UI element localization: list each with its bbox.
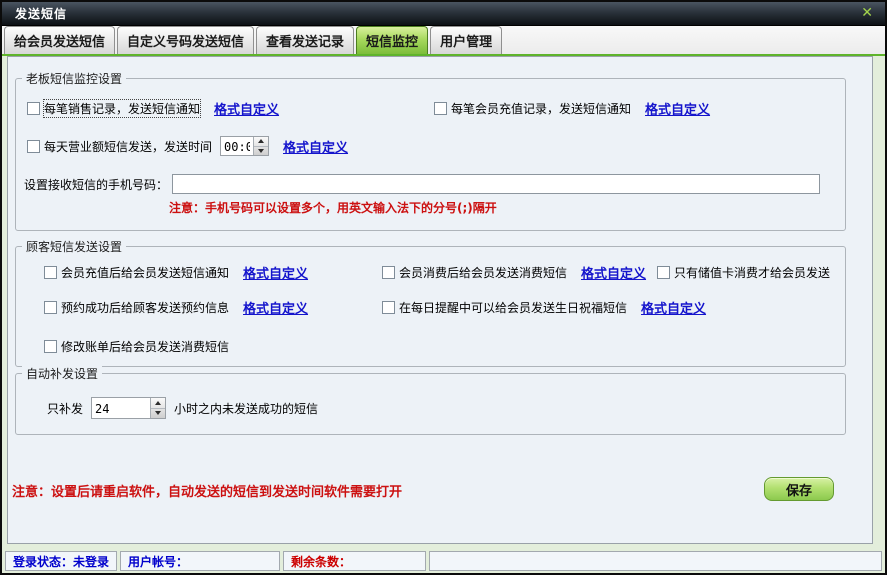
row-daily-turnover: 每天营业额短信发送，发送时间 格式自定义 [27, 136, 348, 156]
restart-note-text: 注意：设置后请重启软件，自动发送的短信到发送时间软件需要打开 [12, 481, 402, 500]
checkbox-recharge-notify-label: 会员充值后给会员发送短信通知 [61, 264, 229, 281]
row-birthday: 在每日提醒中可以给会员发送生日祝福短信 格式自定义 [382, 297, 706, 317]
checkbox-recharge-record[interactable] [434, 102, 447, 115]
status-user-account: 用户帐号： [120, 551, 280, 571]
window-title: 发送短信 [15, 5, 67, 22]
status-empty-panel [429, 551, 882, 571]
format-link-sale[interactable]: 格式自定义 [214, 99, 279, 118]
group-auto-resend-title: 自动补发设置 [22, 365, 102, 382]
row-sale-record: 每笔销售记录，发送短信通知 格式自定义 [27, 98, 279, 118]
checkbox-modify-bill[interactable] [44, 340, 57, 353]
status-bar: 登录状态：未登录 用户帐号： 剩余条数： [2, 550, 885, 573]
send-time-spinner [220, 136, 269, 156]
phone-number-input[interactable] [172, 174, 820, 194]
spin-up-icon[interactable] [151, 398, 165, 409]
tab-user-management[interactable]: 用户管理 [430, 26, 502, 54]
send-time-spin-buttons [253, 137, 268, 155]
group-customer-sms-title: 顾客短信发送设置 [22, 238, 126, 255]
spin-down-icon[interactable] [151, 409, 165, 419]
status-login-state: 登录状态：未登录 [5, 551, 117, 571]
main-area: 老板短信监控设置 每笔销售记录，发送短信通知 格式自定义 每笔会员充值记录，发送… [2, 56, 885, 550]
checkbox-recharge-record-label: 每笔会员充值记录，发送短信通知 [451, 100, 631, 117]
row-phone-note: 注意：手机号码可以设置多个，用英文输入法下的分号(;)隔开 [169, 197, 497, 217]
resend-prefix-label: 只补发 [47, 400, 83, 417]
format-link-recharge-notify[interactable]: 格式自定义 [243, 263, 308, 282]
checkbox-stored-card-only[interactable] [657, 266, 670, 279]
checkbox-birthday-label: 在每日提醒中可以给会员发送生日祝福短信 [399, 299, 627, 316]
app-window: 发送短信 ✕ 给会员发送短信 自定义号码发送短信 查看发送记录 短信监控 用户管… [0, 0, 887, 575]
tab-send-to-custom-numbers[interactable]: 自定义号码发送短信 [117, 26, 254, 54]
checkbox-recharge-notify[interactable] [44, 266, 57, 279]
row-recharge-notify: 会员充值后给会员发送短信通知 格式自定义 [44, 262, 308, 282]
group-customer-sms: 顾客短信发送设置 会员充值后给会员发送短信通知 格式自定义 会员消费后给会员发送… [15, 246, 846, 367]
title-bar: 发送短信 ✕ [2, 2, 885, 26]
checkbox-consume-notify[interactable] [382, 266, 395, 279]
checkbox-sale-record[interactable] [27, 102, 40, 115]
row-consume-notify: 会员消费后给会员发送消费短信 格式自定义 只有储值卡消费才给会员发送 [382, 262, 830, 282]
row-phone-number: 设置接收短信的手机号码： [24, 174, 839, 194]
spin-up-icon[interactable] [254, 137, 268, 147]
tab-view-send-records[interactable]: 查看发送记录 [256, 26, 354, 54]
group-auto-resend: 自动补发设置 只补发 小时之内未发送成功的短信 [15, 373, 846, 435]
content-panel: 老板短信监控设置 每笔销售记录，发送短信通知 格式自定义 每笔会员充值记录，发送… [7, 56, 873, 544]
send-time-input[interactable] [221, 137, 253, 155]
tab-send-to-members[interactable]: 给会员发送短信 [4, 26, 115, 54]
format-link-daily[interactable]: 格式自定义 [283, 137, 348, 156]
checkbox-consume-notify-label: 会员消费后给会员发送消费短信 [399, 264, 567, 281]
row-appointment: 预约成功后给顾客发送预约信息 格式自定义 [44, 297, 308, 317]
phone-number-label: 设置接收短信的手机号码： [24, 176, 168, 193]
row-modify-bill: 修改账单后给会员发送消费短信 [44, 336, 229, 356]
tab-sms-monitor[interactable]: 短信监控 [356, 26, 428, 54]
group-boss-monitor: 老板短信监控设置 每笔销售记录，发送短信通知 格式自定义 每笔会员充值记录，发送… [15, 78, 846, 231]
format-link-recharge[interactable]: 格式自定义 [645, 99, 710, 118]
save-button[interactable]: 保存 [764, 477, 834, 501]
resend-hours-input[interactable] [92, 398, 150, 418]
group-boss-monitor-title: 老板短信监控设置 [22, 70, 126, 87]
format-link-appointment[interactable]: 格式自定义 [243, 298, 308, 317]
checkbox-stored-card-only-label: 只有储值卡消费才给会员发送 [674, 264, 830, 281]
phone-note-text: 注意：手机号码可以设置多个，用英文输入法下的分号(;)隔开 [169, 199, 497, 216]
row-resend: 只补发 小时之内未发送成功的短信 [47, 398, 318, 418]
resend-hours-spin-buttons [150, 398, 165, 418]
checkbox-appointment-label: 预约成功后给顾客发送预约信息 [61, 299, 229, 316]
resend-hours-spinner [91, 397, 166, 419]
row-recharge-record: 每笔会员充值记录，发送短信通知 格式自定义 [434, 98, 710, 118]
checkbox-sale-record-label: 每笔销售记录，发送短信通知 [44, 100, 200, 117]
checkbox-daily-turnover-label: 每天营业额短信发送，发送时间 [44, 138, 212, 155]
checkbox-daily-turnover[interactable] [27, 140, 40, 153]
status-remaining-count: 剩余条数： [283, 551, 426, 571]
format-link-birthday[interactable]: 格式自定义 [641, 298, 706, 317]
spin-down-icon[interactable] [254, 147, 268, 156]
resend-suffix-label: 小时之内未发送成功的短信 [174, 400, 318, 417]
checkbox-modify-bill-label: 修改账单后给会员发送消费短信 [61, 338, 229, 355]
checkbox-appointment[interactable] [44, 301, 57, 314]
tab-bar: 给会员发送短信 自定义号码发送短信 查看发送记录 短信监控 用户管理 [2, 26, 885, 56]
format-link-consume-notify[interactable]: 格式自定义 [581, 263, 646, 282]
checkbox-birthday[interactable] [382, 301, 395, 314]
close-icon[interactable]: ✕ [861, 5, 873, 21]
